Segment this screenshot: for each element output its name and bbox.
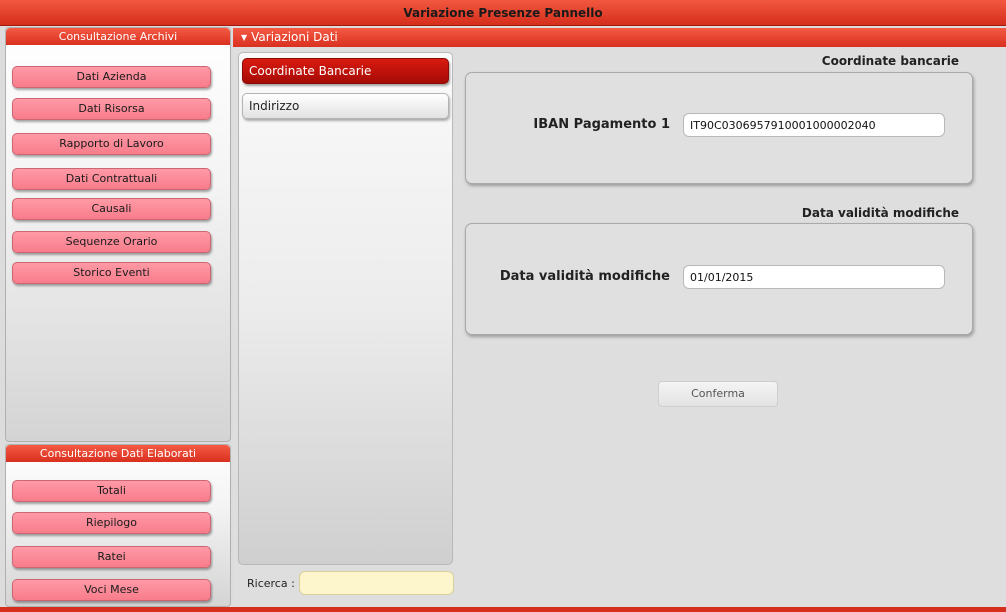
menu-rapporto-lavoro-button[interactable]: Rapporto di Lavoro xyxy=(12,133,211,155)
menu-voci-mese-button[interactable]: Voci Mese xyxy=(12,579,211,601)
menu-riepilogo-button[interactable]: Riepilogo xyxy=(12,512,211,534)
bank-section-title: Coordinate bancarie xyxy=(821,54,959,68)
processed-panel-title: Consultazione Dati Elaborati xyxy=(6,445,230,462)
archive-panel: Consultazione Archivi Dati Azienda Dati … xyxy=(5,27,231,442)
menu-dati-azienda-button[interactable]: Dati Azienda xyxy=(12,66,211,88)
main-header-label: Variazioni Dati xyxy=(251,30,338,44)
search-input[interactable] xyxy=(299,571,454,595)
menu-ratei-button[interactable]: Ratei xyxy=(12,546,211,568)
bottom-bar xyxy=(0,607,1006,612)
menu-dati-contrattuali-button[interactable]: Dati Contrattuali xyxy=(12,168,211,190)
menu-sequenze-orario-button[interactable]: Sequenze Orario xyxy=(12,231,211,253)
list-item-indirizzo[interactable]: Indirizzo xyxy=(242,93,449,119)
collapse-triangle-icon: ▼ xyxy=(241,33,248,42)
validity-label: Data validità modifiche xyxy=(499,269,670,284)
menu-dati-risorsa-button[interactable]: Dati Risorsa xyxy=(12,98,211,120)
list-item-coordinate-bancarie[interactable]: Coordinate Bancarie xyxy=(242,58,449,84)
menu-totali-button[interactable]: Totali xyxy=(12,480,211,502)
validity-date-input[interactable] xyxy=(683,265,945,289)
menu-storico-eventi-button[interactable]: Storico Eventi xyxy=(12,262,211,284)
archive-panel-title: Consultazione Archivi xyxy=(6,28,230,45)
iban-input[interactable] xyxy=(683,113,945,137)
search-label: Ricerca : xyxy=(247,577,295,590)
menu-causali-button[interactable]: Causali xyxy=(12,198,211,220)
validity-section-title: Data validità modifiche xyxy=(801,206,959,220)
iban-label: IBAN Pagamento 1 xyxy=(533,117,670,132)
main-header[interactable]: ▼ Variazioni Dati xyxy=(233,28,1006,47)
processed-panel: Consultazione Dati Elaborati Totali Riep… xyxy=(5,444,231,607)
confirm-button[interactable]: Conferma xyxy=(658,381,778,407)
window-title: Variazione Presenze Pannello xyxy=(0,0,1006,26)
